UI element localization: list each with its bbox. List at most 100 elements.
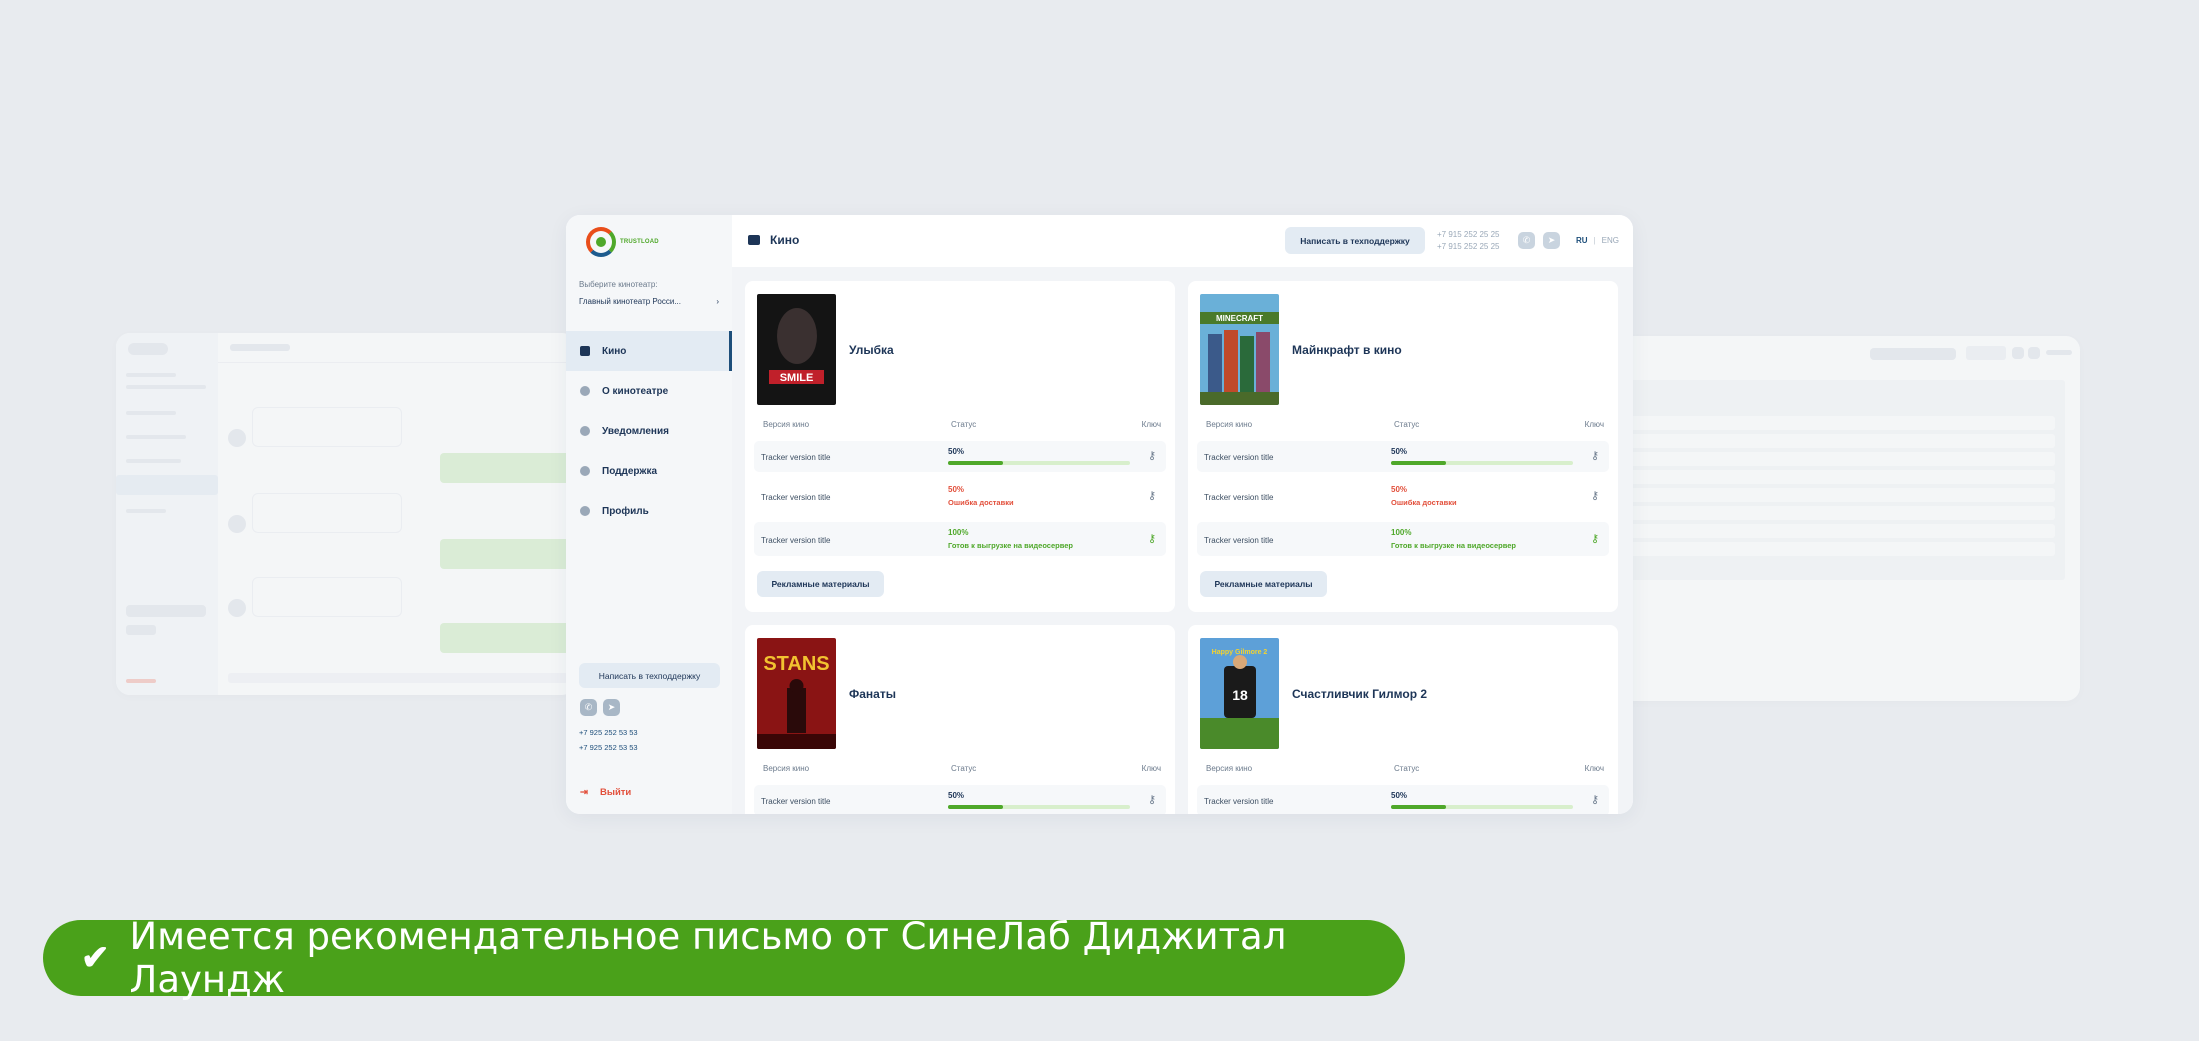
key-icon[interactable]: ⚷ bbox=[1591, 489, 1599, 502]
key-icon[interactable]: ⚷ bbox=[1591, 449, 1599, 462]
version-title: Tracker version title bbox=[1204, 797, 1274, 806]
sidebar-item-label: Профиль bbox=[602, 505, 649, 517]
banner-text: Имеется рекомендательное письмо от СинеЛ… bbox=[129, 915, 1287, 1001]
column-header-version: Версия кино bbox=[1206, 420, 1253, 429]
sidebar-item-label: Поддержка bbox=[602, 465, 658, 477]
film-title: Счастливчик Гилмор 2 bbox=[1292, 687, 1428, 701]
key-ready-icon[interactable]: ⚷ bbox=[1148, 532, 1156, 545]
recommendation-banner: ✔ Имеется рекомендательное письмо от Син… bbox=[43, 915, 1405, 1001]
version-row: Tracker version title 100% Готов к выгру… bbox=[1197, 522, 1609, 556]
films-content: SMILE Улыбка Версия кино Статус Ключ Tra… bbox=[732, 267, 1633, 814]
progress-bar bbox=[948, 805, 1130, 809]
sidebar-support-button[interactable]: Написать в техподдержку bbox=[579, 663, 720, 688]
key-icon[interactable]: ⚷ bbox=[1148, 489, 1156, 502]
bell-icon bbox=[580, 426, 590, 436]
version-title: Tracker version title bbox=[761, 493, 831, 502]
column-header-key: Ключ bbox=[1584, 764, 1604, 773]
film-poster[interactable]: Happy Gilmore 2 18 bbox=[1200, 638, 1279, 749]
sidebar-phone[interactable]: +7 925 252 53 53 bbox=[579, 728, 638, 737]
column-header-version: Версия кино bbox=[1206, 764, 1253, 773]
promo-materials-button[interactable]: Рекламные материалы bbox=[757, 571, 884, 597]
sidebar-item-about[interactable]: О кинотеатре bbox=[566, 371, 732, 411]
background-table-window bbox=[1620, 336, 2080, 701]
chevron-right-icon: › bbox=[716, 297, 719, 306]
column-header-version: Версия кино bbox=[763, 764, 810, 773]
version-row: Tracker version title 50% ⚷ bbox=[754, 785, 1166, 814]
whatsapp-icon[interactable]: ✆ bbox=[1518, 232, 1535, 249]
user-icon bbox=[580, 506, 590, 516]
support-icon bbox=[580, 466, 590, 476]
logout-button[interactable]: ⇥ Выйти bbox=[580, 787, 631, 798]
main-app-window: TRUSTLOAD Выберите кинотеатр: Главный ки… bbox=[566, 215, 1633, 814]
film-title: Майнкрафт в кино bbox=[1292, 343, 1402, 357]
topbar-phone[interactable]: +7 915 252 25 25 bbox=[1437, 241, 1500, 253]
promo-materials-button[interactable]: Рекламные материалы bbox=[1200, 571, 1327, 597]
status-message: Ошибка доставки bbox=[1391, 498, 1457, 507]
status-percent: 50% bbox=[948, 447, 965, 456]
column-header-key: Ключ bbox=[1141, 420, 1161, 429]
column-header-status: Статус bbox=[951, 420, 977, 429]
version-title: Tracker version title bbox=[761, 536, 831, 545]
cinema-select-label: Выберите кинотеатр: bbox=[579, 280, 658, 289]
svg-text:18: 18 bbox=[1232, 687, 1248, 703]
film-poster[interactable]: MINECRAFT bbox=[1200, 294, 1279, 405]
film-card: MINECRAFT Майнкрафт в кино Версия кино С… bbox=[1188, 281, 1618, 612]
sidebar-item-profile[interactable]: Профиль bbox=[566, 491, 732, 531]
topbar-socials: ✆ ➤ bbox=[1518, 232, 1560, 249]
lang-eng[interactable]: ENG bbox=[1602, 236, 1619, 245]
column-header-version: Версия кино bbox=[763, 420, 810, 429]
film-poster[interactable]: STANS bbox=[757, 638, 836, 749]
svg-text:SMILE: SMILE bbox=[780, 372, 814, 384]
svg-text:Happy Gilmore 2: Happy Gilmore 2 bbox=[1212, 649, 1268, 656]
column-header-status: Статус bbox=[1394, 764, 1420, 773]
version-title: Tracker version title bbox=[761, 453, 831, 462]
version-row: Tracker version title 50% ⚷ bbox=[1197, 441, 1609, 472]
key-icon[interactable]: ⚷ bbox=[1148, 793, 1156, 806]
key-icon[interactable]: ⚷ bbox=[1148, 449, 1156, 462]
progress-fill bbox=[1391, 461, 1446, 465]
version-title: Tracker version title bbox=[1204, 536, 1274, 545]
sidebar-item-label: О кинотеатре bbox=[602, 385, 669, 397]
key-icon[interactable]: ⚷ bbox=[1591, 793, 1599, 806]
logo-text: TRUSTLOAD bbox=[620, 239, 659, 245]
film-card: STANS Фанаты Версия кино Статус Ключ Tra… bbox=[745, 625, 1175, 814]
sidebar-item-label: Уведомления bbox=[602, 425, 669, 437]
language-switcher: RU | ENG bbox=[1576, 236, 1619, 245]
film-poster[interactable]: SMILE bbox=[757, 294, 836, 405]
column-header-key: Ключ bbox=[1141, 764, 1161, 773]
progress-bar bbox=[1391, 805, 1573, 809]
film-icon bbox=[580, 346, 590, 356]
key-ready-icon[interactable]: ⚷ bbox=[1591, 532, 1599, 545]
sidebar: TRUSTLOAD Выберите кинотеатр: Главный ки… bbox=[566, 215, 732, 814]
progress-bar bbox=[1391, 461, 1573, 465]
film-title: Фанаты bbox=[849, 687, 896, 701]
cinema-select-value: Главный кинотеатр Росси... bbox=[579, 297, 681, 306]
whatsapp-icon[interactable]: ✆ bbox=[580, 699, 597, 716]
telegram-icon[interactable]: ➤ bbox=[603, 699, 620, 716]
status-percent: 100% bbox=[1391, 528, 1412, 537]
topbar-support-button[interactable]: Написать в техподдержку bbox=[1285, 227, 1425, 254]
progress-fill bbox=[948, 805, 1003, 809]
column-header-status: Статус bbox=[1394, 420, 1420, 429]
background-chat-window bbox=[116, 333, 576, 695]
background-sidebar bbox=[116, 333, 218, 695]
column-header-status: Статус bbox=[951, 764, 977, 773]
sidebar-phone[interactable]: +7 925 252 53 53 bbox=[579, 743, 638, 752]
lang-ru[interactable]: RU bbox=[1576, 236, 1588, 245]
logo[interactable]: TRUSTLOAD bbox=[586, 227, 659, 257]
sidebar-item-films[interactable]: Кино bbox=[566, 331, 732, 371]
status-percent: 50% bbox=[1391, 447, 1408, 456]
version-row: Tracker version title 100% Готов к выгру… bbox=[754, 522, 1166, 556]
version-row: Tracker version title 50% ⚷ bbox=[1197, 785, 1609, 814]
version-title: Tracker version title bbox=[761, 797, 831, 806]
svg-text:MINECRAFT: MINECRAFT bbox=[1216, 314, 1263, 323]
status-message: Ошибка доставки bbox=[948, 498, 1014, 507]
sidebar-item-notifications[interactable]: Уведомления bbox=[566, 411, 732, 451]
sidebar-item-support[interactable]: Поддержка bbox=[566, 451, 732, 491]
telegram-icon[interactable]: ➤ bbox=[1543, 232, 1560, 249]
topbar-phone[interactable]: +7 915 252 25 25 bbox=[1437, 229, 1500, 241]
version-title: Tracker version title bbox=[1204, 493, 1274, 502]
cinema-select[interactable]: Главный кинотеатр Росси... › bbox=[579, 297, 719, 306]
svg-text:STANS: STANS bbox=[763, 653, 829, 675]
info-icon bbox=[580, 386, 590, 396]
